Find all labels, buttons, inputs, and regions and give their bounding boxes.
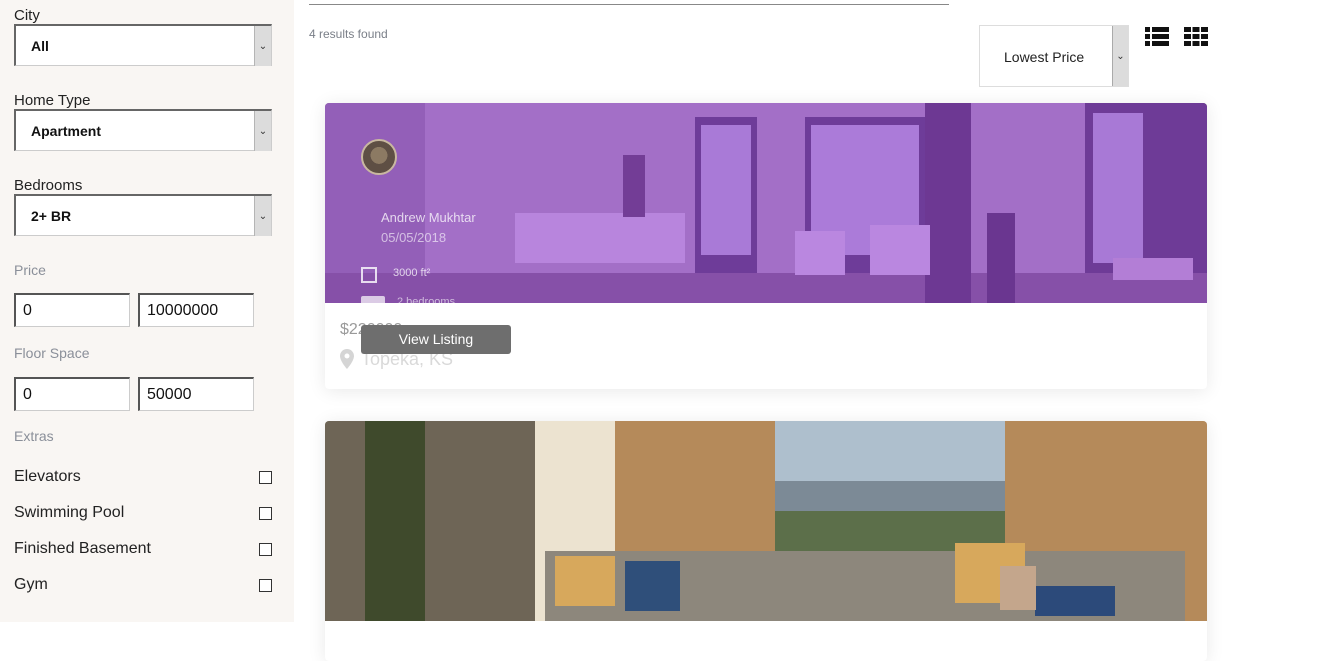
home-type-select[interactable]: Apartment ⌄ <box>14 109 272 151</box>
avatar <box>361 139 397 175</box>
extra-finished-basement-label: Finished Basement <box>14 540 151 557</box>
listing-bedrooms: 2 bedrooms <box>397 296 456 303</box>
floor-space-min-input[interactable]: 0 <box>14 377 130 411</box>
chevron-down-icon: ⌄ <box>254 196 271 236</box>
extra-elevators-label: Elevators <box>14 468 81 485</box>
listing-date: 05/05/2018 <box>381 230 447 245</box>
floor-area-icon <box>361 267 377 283</box>
gym-checkbox[interactable] <box>259 579 272 592</box>
price-max-input[interactable]: 10000000 <box>138 293 254 327</box>
listing-photo: Andrew Mukhtar 05/05/2018 3000 ft² 2 bed… <box>325 103 1207 303</box>
extra-swimming-pool: Swimming Pool <box>14 504 272 522</box>
list-view-button[interactable] <box>1145 26 1171 48</box>
floor-space-max-input[interactable]: 50000 <box>138 377 254 411</box>
finished-basement-checkbox[interactable] <box>259 543 272 556</box>
extra-gym-label: Gym <box>14 576 48 593</box>
extra-finished-basement: Finished Basement <box>14 540 272 558</box>
chevron-down-icon: ⌄ <box>254 26 271 66</box>
extra-swimming-pool-label: Swimming Pool <box>14 504 125 521</box>
listing-sqft: 3000 ft² <box>393 267 431 279</box>
top-divider <box>309 4 949 5</box>
floor-space-label: Floor Space <box>14 345 90 361</box>
grid-view-button[interactable] <box>1184 26 1210 48</box>
extras-label: Extras <box>14 428 54 444</box>
city-select[interactable]: All ⌄ <box>14 24 272 66</box>
home-type-label: Home Type <box>14 92 91 109</box>
home-type-select-value: Apartment <box>31 123 102 139</box>
filter-sidebar: City All ⌄ Home Type Apartment ⌄ Bedroom… <box>0 0 294 622</box>
grid-view-icon <box>1184 27 1208 46</box>
extra-elevators: Elevators <box>14 468 272 486</box>
listing-card[interactable] <box>325 421 1207 661</box>
swimming-pool-checkbox[interactable] <box>259 507 272 520</box>
list-view-icon <box>1145 27 1169 46</box>
agent-name: Andrew Mukhtar <box>381 210 476 225</box>
extra-gym: Gym <box>14 576 272 594</box>
bedrooms-select[interactable]: 2+ BR ⌄ <box>14 194 272 236</box>
listing-hover-overlay <box>325 103 1207 303</box>
bedrooms-select-value: 2+ BR <box>31 208 72 224</box>
living-room-photo <box>325 421 1207 621</box>
city-select-value: All <box>31 38 49 54</box>
bedrooms-label: Bedrooms <box>14 177 83 194</box>
listing-photo <box>325 421 1207 621</box>
sort-select-value: Lowest Price <box>1004 49 1085 65</box>
bed-icon <box>361 296 385 303</box>
listing-card[interactable]: Andrew Mukhtar 05/05/2018 3000 ft² 2 bed… <box>325 103 1207 389</box>
sort-select[interactable]: Lowest Price ⌄ <box>979 25 1129 87</box>
price-min-input[interactable]: 0 <box>14 293 130 327</box>
elevators-checkbox[interactable] <box>259 471 272 484</box>
view-listing-button[interactable]: View Listing <box>361 325 511 354</box>
price-label: Price <box>14 262 46 278</box>
location-pin-icon <box>340 349 354 369</box>
chevron-down-icon: ⌄ <box>254 111 271 151</box>
city-label: City <box>14 7 40 24</box>
results-count: 4 results found <box>309 27 388 41</box>
chevron-down-icon: ⌄ <box>1112 26 1128 86</box>
